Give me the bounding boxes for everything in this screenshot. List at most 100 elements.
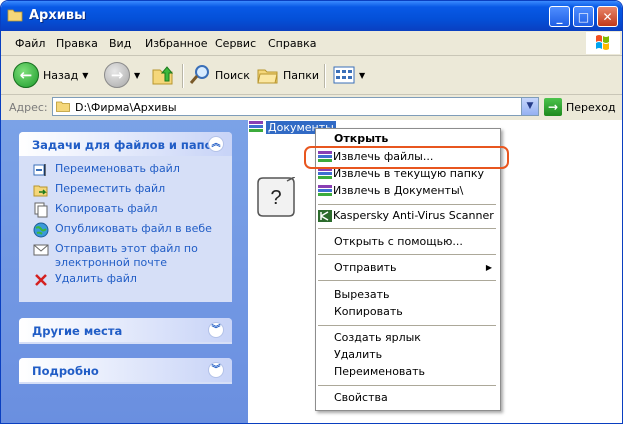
expand-chevron-icon[interactable]: ︾: [208, 322, 224, 338]
back-arrow-icon: ←: [13, 62, 39, 88]
menu-send-to[interactable]: Отправить ▶: [316, 260, 500, 276]
collapse-chevron-icon[interactable]: ︽: [208, 136, 224, 152]
task-move-label: Переместить файл: [55, 182, 166, 195]
go-button[interactable]: → Переход: [544, 97, 616, 117]
task-rename-label: Переименовать файл: [55, 162, 180, 175]
folder-icon: [7, 9, 23, 22]
task-email-label: Отправить этот файл по электронной почте: [55, 242, 198, 269]
highlight-box: [304, 146, 509, 169]
forward-dropdown-icon[interactable]: ▼: [134, 71, 140, 80]
menu-separator: [318, 228, 496, 229]
up-folder-button[interactable]: [151, 62, 175, 88]
maximize-button[interactable]: □: [573, 6, 594, 27]
menu-file[interactable]: Файл: [15, 37, 45, 50]
menu-rename[interactable]: Переименовать: [316, 364, 500, 380]
task-rename[interactable]: Переименовать файл: [19, 162, 232, 182]
other-places-title: Другие места: [32, 324, 123, 338]
menu-copy-label: Копировать: [334, 305, 403, 318]
menu-separator: [318, 204, 496, 205]
menu-view[interactable]: Вид: [109, 37, 131, 50]
file-tasks-box: Задачи для файлов и папок ︽ Переименоват…: [19, 132, 232, 302]
forward-arrow-icon: →: [104, 62, 130, 88]
task-pane: Задачи для файлов и папок ︽ Переименоват…: [1, 120, 248, 423]
folders-button[interactable]: Папки: [257, 62, 319, 88]
menu-kaspersky-row: Kaspersky Anti-Virus Scanner: [318, 208, 494, 224]
title-bar[interactable]: Архивы _ □ ✕: [1, 1, 622, 31]
address-path: D:\Фирма\Архивы: [75, 101, 177, 114]
task-move[interactable]: Переместить файл: [19, 182, 232, 202]
close-button[interactable]: ✕: [597, 6, 618, 27]
kaspersky-icon: [318, 210, 332, 222]
task-publish-label: Опубликовать файл в вебе: [55, 222, 212, 235]
back-button[interactable]: ← Назад ▼: [13, 62, 88, 88]
task-publish[interactable]: Опубликовать файл в вебе: [19, 222, 232, 242]
menu-help[interactable]: Справка: [268, 37, 316, 50]
question-callout: ?: [257, 177, 295, 217]
submenu-arrow-icon: ▶: [485, 263, 492, 272]
address-dropdown-icon[interactable]: ▼: [521, 98, 538, 115]
explorer-window: Архивы _ □ ✕ Файл Правка Вид Избранное С…: [0, 0, 623, 424]
menu-extract-to[interactable]: Извлечь в Документы\: [316, 183, 500, 199]
address-input[interactable]: D:\Фирма\Архивы ▼: [52, 97, 539, 116]
details-box: Подробно ︾: [19, 358, 232, 384]
delete-x-icon: [35, 274, 47, 286]
menu-extract-to-label: Извлечь в Документы\: [333, 184, 464, 197]
menu-separator: [318, 325, 496, 326]
folders-label: Папки: [283, 68, 319, 82]
menu-create-shortcut[interactable]: Создать ярлык: [316, 330, 500, 346]
toolbar-separator: [324, 64, 326, 88]
file-tasks-list: Переименовать файл Переместить файл Копи…: [19, 156, 232, 296]
menu-cut[interactable]: Вырезать: [316, 287, 500, 303]
menu-open-label: Открыть: [334, 132, 389, 145]
details-title: Подробно: [32, 364, 99, 378]
views-dropdown-icon[interactable]: ▼: [359, 71, 365, 80]
task-copy[interactable]: Копировать файл: [19, 202, 232, 222]
expand-chevron-icon[interactable]: ︾: [208, 362, 224, 378]
menu-delete[interactable]: Удалить: [316, 347, 500, 363]
menu-send-to-label: Отправить: [334, 261, 397, 274]
window-title: Архивы: [29, 8, 86, 23]
task-delete[interactable]: Удалить файл: [19, 272, 232, 292]
address-bar: Адрес: D:\Фирма\Архивы ▼ → Переход: [1, 95, 622, 119]
copy-icon: [34, 202, 48, 218]
address-label: Адрес:: [9, 101, 48, 114]
search-label: Поиск: [215, 68, 250, 82]
up-folder-icon: [152, 66, 174, 85]
rar-archive-icon: [249, 121, 263, 132]
minimize-button[interactable]: _: [549, 6, 570, 27]
file-tasks-header[interactable]: Задачи для файлов и папок ︽: [19, 132, 232, 156]
views-icon: [333, 66, 355, 84]
rename-icon: [33, 164, 46, 176]
menu-kaspersky[interactable]: Kaspersky Anti-Virus Scanner: [316, 208, 500, 224]
toolbar: ← Назад ▼ → ▼ Поиск Папки ▼: [1, 56, 622, 95]
menu-extract-to-row: Извлечь в Документы\: [318, 183, 463, 199]
views-button[interactable]: ▼: [333, 62, 365, 88]
menu-edit[interactable]: Правка: [56, 37, 98, 50]
toolbar-separator: [182, 64, 184, 88]
other-places-header[interactable]: Другие места ︾: [19, 318, 232, 342]
rar-archive-icon: [318, 168, 332, 179]
task-email[interactable]: Отправить этот файл по электронной почте: [19, 242, 232, 272]
menu-delete-label: Удалить: [334, 348, 383, 361]
menu-copy[interactable]: Копировать: [316, 304, 500, 320]
forward-button[interactable]: → ▼: [104, 62, 140, 88]
search-icon: [189, 65, 209, 84]
email-icon: [33, 244, 49, 256]
move-icon: [33, 185, 48, 197]
menu-open-with[interactable]: Открыть с помощью...: [316, 234, 500, 250]
globe-icon: [33, 222, 49, 238]
menu-favorites[interactable]: Избранное: [145, 37, 207, 50]
menu-properties-label: Свойства: [334, 391, 388, 404]
details-header[interactable]: Подробно ︾: [19, 358, 232, 382]
menu-separator: [318, 280, 496, 281]
menu-separator: [318, 254, 496, 255]
callout-text: ?: [270, 187, 281, 209]
menu-open-with-label: Открыть с помощью...: [334, 235, 463, 248]
menu-open[interactable]: Открыть: [316, 131, 500, 147]
search-button[interactable]: Поиск: [189, 62, 250, 88]
folders-icon: [257, 69, 278, 84]
menu-tools[interactable]: Сервис: [215, 37, 256, 50]
menu-properties[interactable]: Свойства: [316, 390, 500, 406]
other-places-box: Другие места ︾: [19, 318, 232, 344]
back-dropdown-icon[interactable]: ▼: [82, 71, 88, 80]
